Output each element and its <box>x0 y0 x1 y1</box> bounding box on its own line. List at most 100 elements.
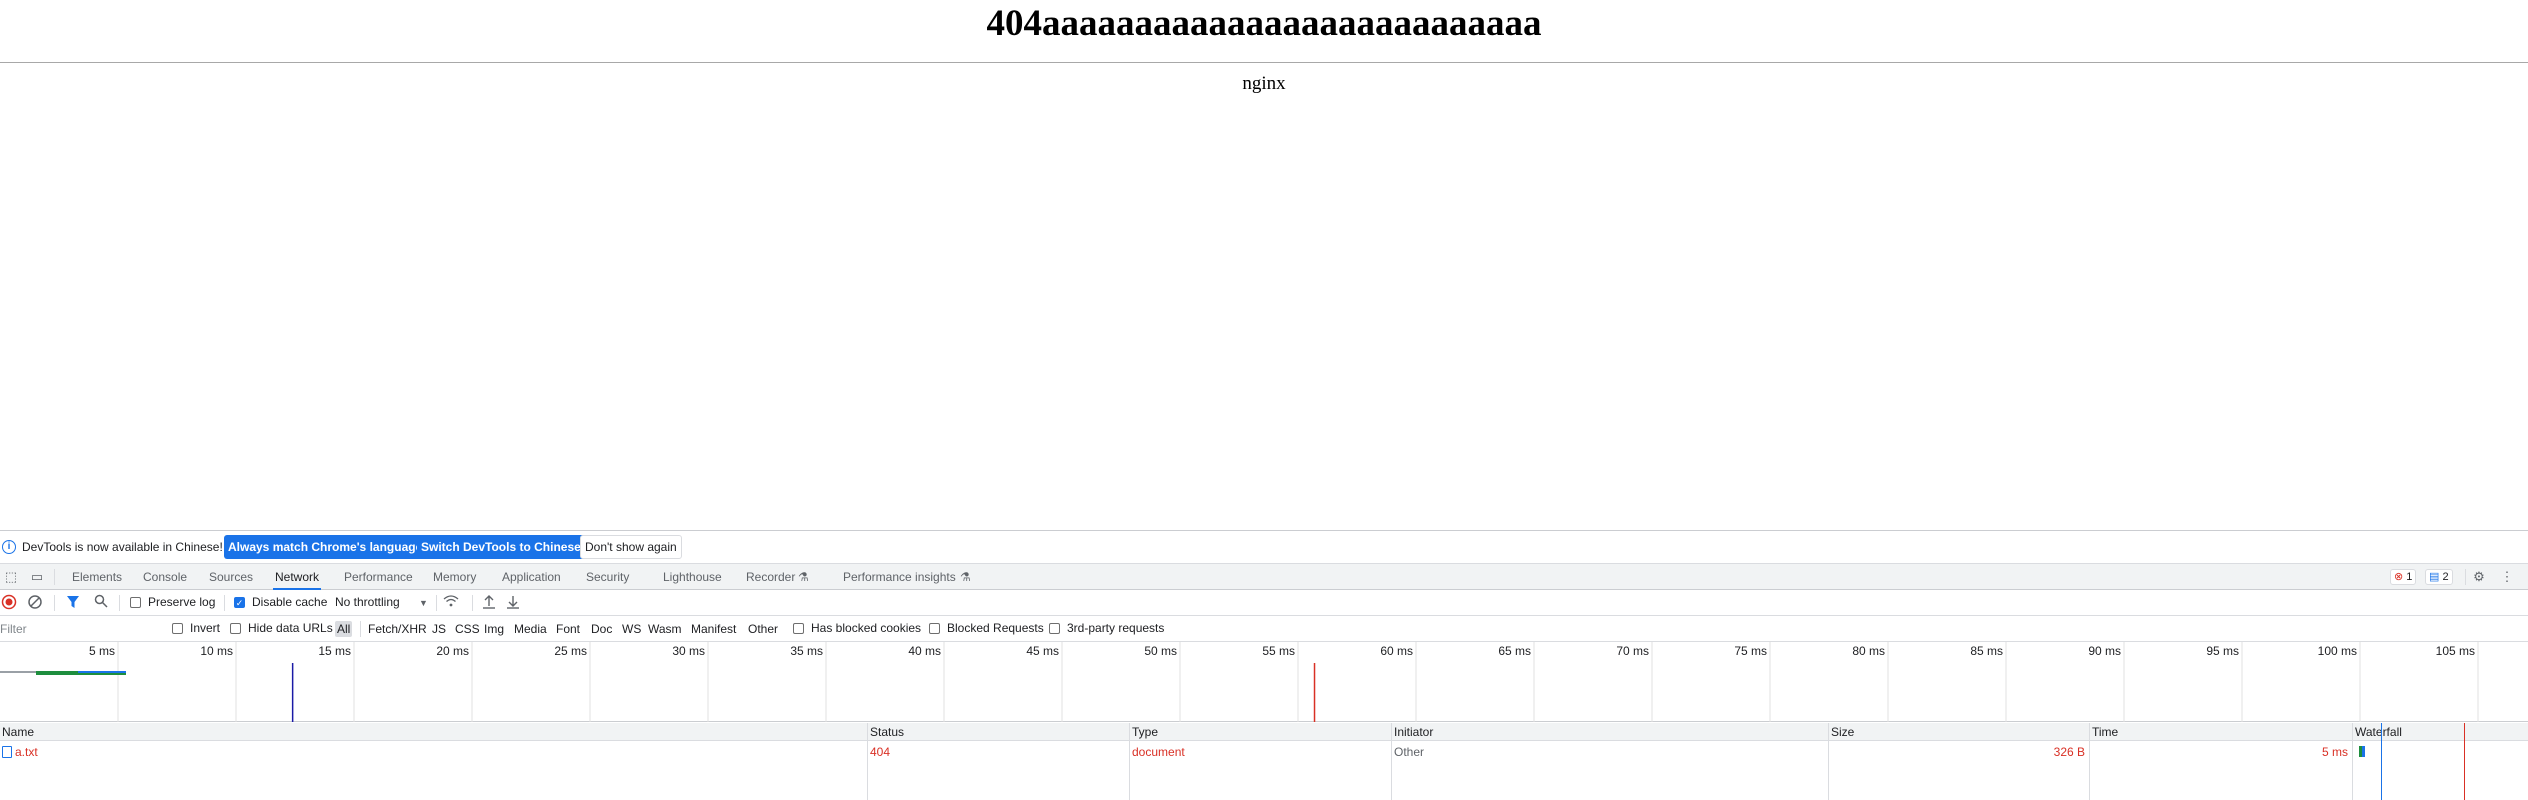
search-icon[interactable] <box>92 594 110 612</box>
hide-data-urls-label: Hide data URLs <box>248 621 333 635</box>
toolbar-divider <box>54 595 55 611</box>
filter-divider <box>360 621 361 637</box>
overview-tick-label: 20 ms <box>436 644 469 658</box>
export-har-icon[interactable] <box>504 594 522 612</box>
waterfall-bar <box>2359 746 2365 757</box>
tab-sources[interactable]: Sources <box>207 564 255 590</box>
column-header-type[interactable]: Type <box>1130 723 1391 741</box>
import-har-icon[interactable] <box>480 594 498 612</box>
request-name: a.txt <box>15 745 38 759</box>
type-filter-wasm[interactable]: Wasm <box>646 621 684 637</box>
waterfall-dom-content-loaded-line <box>2381 723 2382 800</box>
column-header-initiator[interactable]: Initiator <box>1392 723 1828 741</box>
overview-tick-label: 65 ms <box>1498 644 1531 658</box>
type-filter-font[interactable]: Font <box>554 621 582 637</box>
column-header-status[interactable]: Status <box>868 723 1129 741</box>
overview-tick-label: 60 ms <box>1380 644 1413 658</box>
waterfall-waiting-segment <box>2359 746 2362 757</box>
tab-recorder[interactable]: Recorder <box>744 564 797 590</box>
network-overview-timeline[interactable]: 5 ms 10 ms 15 ms 20 ms 25 ms 30 ms 35 ms 40 ms 4… <box>0 642 2528 722</box>
messages-badge[interactable]: ▤ 2 <box>2425 569 2453 585</box>
overview-request-receive-bar <box>78 671 126 673</box>
toolbar-divider <box>436 595 437 611</box>
column-divider <box>2352 723 2353 800</box>
column-divider <box>2089 723 2090 800</box>
tab-network[interactable]: Network <box>273 564 322 590</box>
has-blocked-cookies-label: Has blocked cookies <box>811 621 922 635</box>
waterfall-load-line <box>2464 723 2465 800</box>
hide-data-urls-checkbox[interactable] <box>230 623 241 634</box>
error-icon: ⊗ <box>2394 571 2404 583</box>
page-content: 404aaaaaaaaaaaaaaaaaaaaaaaaaaa nginx <box>0 0 2528 530</box>
overview-tick-label: 80 ms <box>1852 644 1885 658</box>
network-toolbar: Preserve log ✓ Disable cache No throttli… <box>0 590 2528 616</box>
tab-console[interactable]: Console <box>141 564 189 590</box>
has-blocked-cookies-checkbox[interactable] <box>793 623 804 634</box>
tab-security[interactable]: Security <box>584 564 631 590</box>
tab-memory[interactable]: Memory <box>431 564 478 590</box>
type-filter-img[interactable]: Img <box>482 621 506 637</box>
disable-cache-checkbox[interactable]: ✓ <box>234 597 245 608</box>
record-stop-icon[interactable] <box>0 594 18 612</box>
tab-performance-insights[interactable]: Performance insights <box>841 564 958 590</box>
throttling-dropdown-icon[interactable]: ▼ <box>419 598 428 608</box>
overview-tick-label: 30 ms <box>672 644 705 658</box>
device-toolbar-icon[interactable]: ▭ <box>28 568 46 586</box>
filter-input[interactable] <box>0 620 160 638</box>
type-filter-manifest[interactable]: Manifest <box>689 621 738 637</box>
overview-tick-label: 75 ms <box>1734 644 1767 658</box>
errors-count: 1 <box>2406 571 2413 583</box>
blocked-requests-checkbox[interactable] <box>929 623 940 634</box>
type-filter-doc[interactable]: Doc <box>589 621 614 637</box>
overview-tick-label: 25 ms <box>554 644 587 658</box>
settings-gear-icon[interactable]: ⚙ <box>2470 568 2488 586</box>
overview-request-queue-bar <box>0 671 36 673</box>
tab-elements[interactable]: Elements <box>70 564 124 590</box>
toolbar-divider <box>472 595 473 611</box>
request-time-cell: 5 ms <box>2321 745 2348 759</box>
column-header-time[interactable]: Time <box>2090 723 2352 741</box>
errors-badge[interactable]: ⊗ 1 <box>2390 569 2417 585</box>
type-filter-all[interactable]: All <box>335 621 353 637</box>
column-header-name[interactable]: Name <box>0 723 867 741</box>
invert-checkbox[interactable] <box>172 623 183 634</box>
type-filter-fetch-xhr[interactable]: Fetch/XHR <box>366 621 429 637</box>
always-match-language-button[interactable]: Always match Chrome's language <box>224 535 427 559</box>
type-filter-media[interactable]: Media <box>512 621 549 637</box>
network-conditions-wifi-icon[interactable] <box>442 594 460 612</box>
overview-tick-label: 10 ms <box>200 644 233 658</box>
column-header-size[interactable]: Size <box>1829 723 2089 741</box>
filter-funnel-icon[interactable] <box>64 594 82 612</box>
tab-divider <box>2465 569 2466 585</box>
type-filter-other[interactable]: Other <box>746 621 780 637</box>
third-party-requests-checkbox[interactable] <box>1049 623 1060 634</box>
overview-tick-label: 15 ms <box>318 644 351 658</box>
request-name-cell[interactable]: a.txt <box>0 742 867 762</box>
more-options-icon[interactable]: ⋮ <box>2498 568 2516 586</box>
preserve-log-checkbox[interactable] <box>130 597 141 608</box>
type-filter-ws[interactable]: WS <box>620 621 643 637</box>
tab-divider <box>54 569 55 585</box>
clear-icon[interactable] <box>26 594 44 612</box>
page-divider <box>0 62 2528 63</box>
overview-chart: 5 ms 10 ms 15 ms 20 ms 25 ms 30 ms 35 ms 40 ms 4… <box>0 642 2479 722</box>
request-size-cell: 326 B <box>2053 745 2085 759</box>
request-initiator-cell: Other <box>1394 745 1425 759</box>
tab-performance[interactable]: Performance <box>342 564 415 590</box>
inspect-element-icon[interactable]: ⬚ <box>2 568 20 586</box>
type-filter-js[interactable]: JS <box>430 621 448 637</box>
devtools-panel: i DevTools is now available in Chinese! … <box>0 530 2528 800</box>
type-filter-css[interactable]: CSS <box>453 621 482 637</box>
overview-tick-label: 35 ms <box>790 644 823 658</box>
switch-devtools-chinese-button[interactable]: Switch DevTools to Chinese <box>417 535 585 559</box>
message-icon: ▤ <box>2429 571 2440 583</box>
column-divider <box>1391 723 1392 800</box>
toolbar-divider <box>119 595 120 611</box>
page-footer-text: nginx <box>1242 73 1286 94</box>
tab-lighthouse[interactable]: Lighthouse <box>661 564 724 590</box>
tab-application[interactable]: Application <box>500 564 563 590</box>
dont-show-again-button[interactable]: Don't show again <box>580 535 682 559</box>
throttling-select[interactable]: No throttling <box>335 595 400 609</box>
column-header-waterfall[interactable]: Waterfall <box>2353 723 2528 741</box>
overview-request-wait-bar <box>36 671 78 673</box>
